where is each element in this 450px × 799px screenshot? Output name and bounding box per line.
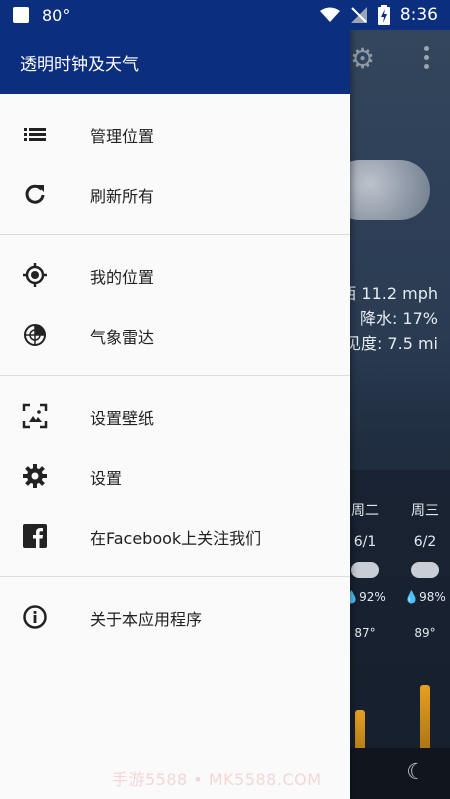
bottom-nav: ☾ [350,748,450,799]
divider [0,234,350,235]
status-right-group: 8:36 [319,5,438,25]
menu-item-label: 管理位置 [90,127,155,146]
overflow-menu-icon[interactable] [424,46,430,72]
radar-icon [24,324,46,346]
menu-item-label: 设置壁纸 [90,409,155,428]
divider [0,576,350,577]
wallpaper-icon [22,403,48,429]
info-icon [23,605,47,629]
forecast-day[interactable]: 周三 6/2 💧98% 89° [400,470,450,640]
menu-item-label: 刷新所有 [90,187,155,206]
visibility-stat: 见度: 7.5 mi [344,334,438,353]
gear-icon [23,464,47,488]
refresh-icon [25,184,45,204]
facebook-icon [23,524,47,548]
menu-item-label: 关于本应用程序 [90,610,203,629]
forecast-date: 6/2 [413,534,437,550]
no-sim-signal-icon [350,7,367,23]
moon-icon[interactable]: ☾ [406,760,426,785]
menu-item-set-wallpaper[interactable]: 设置壁纸 [0,386,350,446]
navigation-drawer: 透明时钟及天气 管理位置 刷新所有 我的位置 气象雷达 设置壁纸 设置 在Fac… [0,30,350,799]
forecast-day-label: 周三 [411,503,439,519]
drawer-menu: 管理位置 刷新所有 我的位置 气象雷达 设置壁纸 设置 在Facebook上关注… [0,94,350,647]
status-bar: 80° 8:36 [0,0,450,30]
menu-item-label: 气象雷达 [90,328,155,347]
menu-item-about[interactable]: 关于本应用程序 [0,587,350,647]
menu-item-label: 我的位置 [90,268,155,287]
wifi-icon [319,7,340,22]
status-time: 8:36 [399,5,438,25]
forecast-precip: 💧98% [404,590,446,604]
menu-item-weather-radar[interactable]: 气象雷达 [0,305,350,365]
menu-item-manage-locations[interactable]: 管理位置 [0,104,350,164]
cloud-icon [411,562,439,578]
drawer-header: 透明时钟及天气 [0,30,350,94]
notification-icon [13,7,29,23]
menu-item-label: 设置 [90,469,123,488]
menu-item-settings[interactable]: 设置 [0,446,350,506]
menu-item-refresh-all[interactable]: 刷新所有 [0,164,350,224]
battery-icon [377,5,390,25]
gps-location-icon [23,263,47,287]
menu-item-my-location[interactable]: 我的位置 [0,245,350,305]
watermark: 手游5588 • MK5588.COM [112,770,322,789]
divider [0,375,350,376]
menu-item-follow-facebook[interactable]: 在Facebook上关注我们 [0,506,350,566]
precip-stat: 降水: 17% [359,309,438,328]
list-icon [24,128,46,141]
weather-settings-gear-icon[interactable]: ⚙ [350,42,375,75]
forecast-high: 89° [414,626,436,640]
menu-item-label: 在Facebook上关注我们 [90,529,262,548]
drawer-title: 透明时钟及天气 [20,55,139,75]
weather-toolbar: ⚙ [350,40,450,80]
status-temperature: 80° [42,6,71,25]
cloud-icon [351,562,379,578]
wind-stat: 西 11.2 mph [340,284,438,303]
